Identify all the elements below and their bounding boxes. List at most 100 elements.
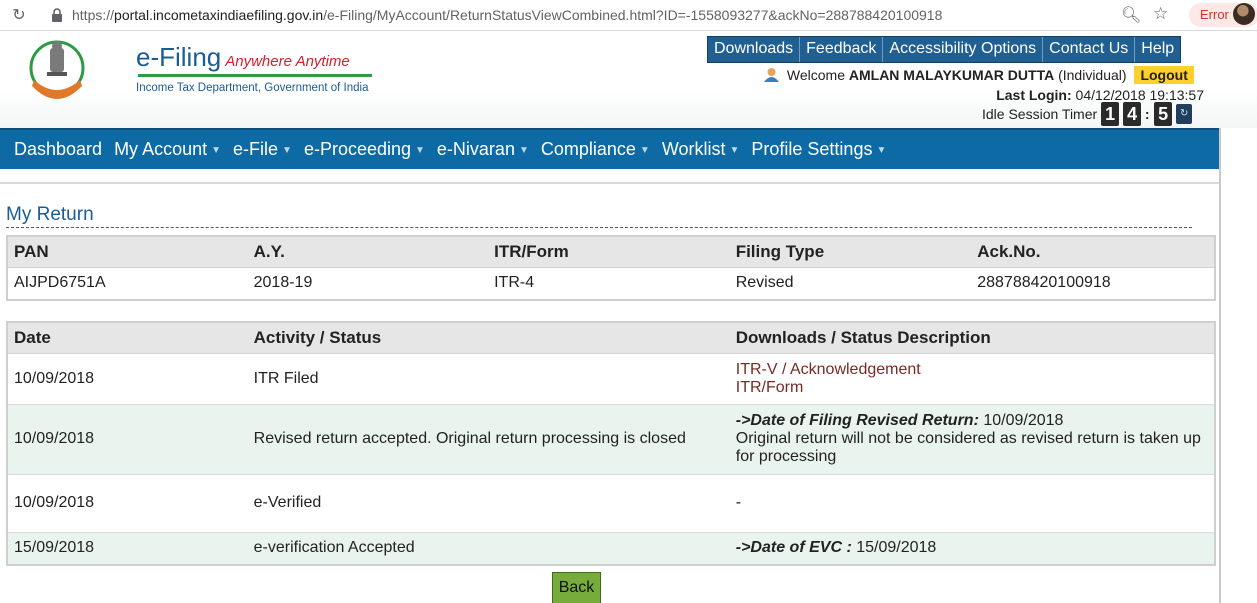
idle-session-timer: Idle Session Timer 1 4 : 5 ↻ <box>982 102 1193 126</box>
description-label: ->Date of EVC : <box>735 539 852 557</box>
address-bar[interactable]: https://portal.incometaxindiaefiling.gov… <box>72 7 942 23</box>
page-side-border <box>1219 128 1257 603</box>
status-description: ->Date of EVC : 15/09/2018 <box>729 531 1215 565</box>
nav-label: Compliance <box>540 139 636 159</box>
zoom-icon[interactable]: 🔍︎ <box>1121 5 1141 25</box>
logout-button[interactable]: Logout <box>1134 66 1194 84</box>
column-header: PAN <box>7 236 248 268</box>
nav-compliance[interactable]: Compliance ▼ <box>541 139 650 160</box>
profile-avatar[interactable] <box>1233 3 1255 25</box>
pan-value: AIJPD6751A <box>7 267 248 300</box>
assessment-year-value: 2018-19 <box>247 267 489 300</box>
nav-worklist[interactable]: Worklist ▼ <box>662 139 740 160</box>
column-header: Ack.No. <box>971 236 1215 268</box>
site-header: e-Filing Anywhere Anytime Income Tax Depa… <box>0 32 1257 128</box>
nav-label: Dashboard <box>14 139 103 159</box>
income-tax-emblem-icon[interactable] <box>20 34 94 108</box>
back-button[interactable]: Back <box>552 572 601 603</box>
nav-e-proceeding[interactable]: e-Proceeding ▼ <box>304 139 425 160</box>
chevron-down-icon: ▼ <box>282 145 292 156</box>
column-header: A.Y. <box>247 236 489 268</box>
status-activity: ITR Filed <box>247 352 730 404</box>
ack-number-value: 288788420100918 <box>971 267 1215 300</box>
column-header: Filing Type <box>729 236 972 268</box>
chevron-down-icon: ▼ <box>518 145 529 156</box>
chevron-down-icon: ▼ <box>729 145 740 156</box>
nav-e-nivaran[interactable]: e-Nivaran ▼ <box>437 139 529 160</box>
column-header: Downloads / Status Description <box>729 322 1215 354</box>
timer-digit: 5 <box>1154 102 1173 126</box>
description-value: 15/09/2018 <box>851 539 937 557</box>
lock-icon[interactable] <box>51 8 63 22</box>
table-row: AIJPD6751A 2018-19 ITR-4 Revised 2887884… <box>7 267 1215 300</box>
brand-name: e-Filing <box>136 42 222 72</box>
status-downloads: ITR-V / Acknowledgement ITR/Form <box>729 352 1215 404</box>
main-content: My Return PAN A.Y. ITR/Form Filing Type … <box>0 182 1219 603</box>
welcome-prefix: Welcome <box>786 67 845 83</box>
main-nav: Dashboard My Account ▼ e-File ▼ e-Proceedi… <box>0 128 1219 169</box>
chevron-down-icon: ▼ <box>876 145 887 156</box>
nav-e-file[interactable]: e-File ▼ <box>233 139 292 160</box>
timer-digit: 4 <box>1123 102 1142 126</box>
brand-tagline: Anywhere Anytime <box>225 53 350 70</box>
nav-label: e-File <box>233 139 279 159</box>
nav-label: e-Proceeding <box>303 139 412 159</box>
table-row: 15/09/2018 e-verification Accepted ->Dat… <box>7 531 1215 565</box>
bookmark-star-icon[interactable]: ☆ <box>1153 4 1168 24</box>
status-date: 15/09/2018 <box>7 531 248 565</box>
nav-label: Profile Settings <box>751 139 873 159</box>
description-note: Original return will not be considered a… <box>735 430 1201 465</box>
filing-type-value: Revised <box>729 267 972 300</box>
user-name: AMLAN MALAYKUMAR DUTTA <box>848 67 1055 83</box>
nav-label: e-Nivaran <box>436 139 515 159</box>
last-login: Last Login: 04/12/2018 19:13:57 <box>996 87 1204 103</box>
top-links: Downloads Feedback Accessibility Options… <box>707 36 1182 63</box>
welcome-bar: Welcome AMLAN MALAYKUMAR DUTTA (Individu… <box>763 66 1194 84</box>
return-status-table: Date Activity / Status Downloads / Statu… <box>6 321 1216 566</box>
timer-digit: 1 <box>1101 102 1120 126</box>
chevron-down-icon: ▼ <box>211 145 222 156</box>
itr-form-link[interactable]: ITR/Form <box>736 379 1208 397</box>
status-date: 10/09/2018 <box>7 352 248 404</box>
browser-toolbar: ↻ https://portal.incometaxindiaefiling.g… <box>0 0 1257 31</box>
title-divider <box>6 227 1192 228</box>
description-label: ->Date of Filing Revised Return: <box>735 412 979 429</box>
url-scheme: https:// <box>72 7 115 23</box>
table-row: 10/09/2018 Revised return accepted. Orig… <box>7 403 1215 474</box>
timer-separator: : <box>1144 106 1150 122</box>
feedback-link[interactable]: Feedback <box>799 37 882 62</box>
reload-icon[interactable]: ↻ <box>9 6 29 26</box>
nav-my-account[interactable]: My Account ▼ <box>114 139 221 160</box>
nav-label: My Account <box>114 139 208 159</box>
brand-underline <box>138 74 372 77</box>
nav-label: Worklist <box>661 139 726 159</box>
status-date: 10/09/2018 <box>7 403 248 474</box>
user-icon <box>764 68 779 82</box>
return-summary-table: PAN A.Y. ITR/Form Filing Type Ack.No. AI… <box>6 235 1216 301</box>
column-header: Activity / Status <box>247 322 730 354</box>
department-name: Income Tax Department, Government of Ind… <box>136 82 369 94</box>
help-link[interactable]: Help <box>1134 37 1180 62</box>
chevron-down-icon: ▼ <box>415 145 425 156</box>
itr-v-acknowledgement-link[interactable]: ITR-V / Acknowledgement <box>736 361 1208 379</box>
page-title: My Return <box>6 204 94 225</box>
itr-form-value: ITR-4 <box>488 267 730 300</box>
chevron-down-icon: ▼ <box>639 145 650 156</box>
status-activity: e-verification Accepted <box>247 531 730 565</box>
nav-dashboard[interactable]: Dashboard <box>14 139 102 160</box>
user-type: (Individual) <box>1058 67 1127 83</box>
brand[interactable]: e-Filing Anywhere Anytime <box>136 42 350 73</box>
last-login-value: 04/12/2018 19:13:57 <box>1075 87 1204 103</box>
timer-control-icon[interactable]: ↻ <box>1176 104 1193 124</box>
downloads-link[interactable]: Downloads <box>708 37 799 62</box>
description-value: 10/09/2018 <box>978 412 1064 429</box>
nav-profile-settings[interactable]: Profile Settings ▼ <box>751 139 886 160</box>
url-path: /e-Filing/MyAccount/ReturnStatusViewComb… <box>323 7 943 23</box>
accessibility-options-link[interactable]: Accessibility Options <box>882 37 1042 62</box>
column-header: Date <box>7 322 248 354</box>
idle-timer-label: Idle Session Timer <box>982 106 1098 122</box>
status-description: - <box>729 473 1215 532</box>
status-date: 10/09/2018 <box>7 473 248 532</box>
status-activity: Revised return accepted. Original return… <box>247 403 730 474</box>
contact-us-link[interactable]: Contact Us <box>1042 37 1134 62</box>
